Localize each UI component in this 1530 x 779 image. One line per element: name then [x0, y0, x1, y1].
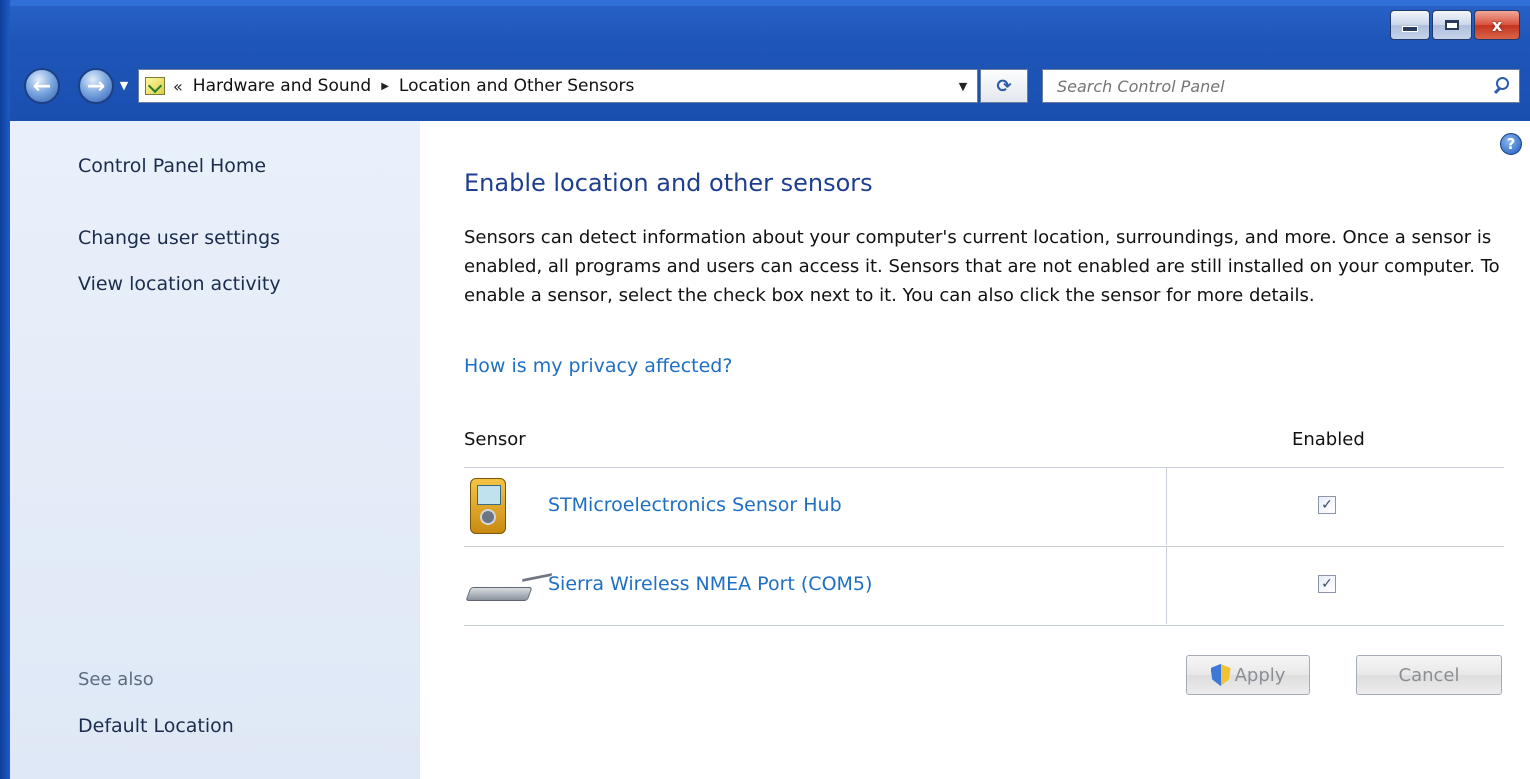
control-panel-window: x ← → ▼ « Hardware and Sound ▶ Location … — [0, 0, 1530, 779]
apply-button[interactable]: Apply — [1186, 655, 1310, 695]
address-dropdown-button[interactable]: ▼ — [949, 70, 977, 102]
breadcrumb-location-and-other-sensors[interactable]: Location and Other Sensors — [399, 76, 635, 96]
breadcrumb: « Hardware and Sound ▶ Location and Othe… — [165, 76, 634, 96]
cancel-button[interactable]: Cancel — [1356, 655, 1502, 695]
search-box — [1042, 69, 1520, 103]
forward-button[interactable]: → — [78, 68, 114, 104]
sensor-hub-screen — [477, 485, 501, 505]
back-arrow-icon: ← — [32, 73, 52, 99]
navigation-bar: ← → ▼ « Hardware and Sound ▶ Location an… — [0, 62, 1530, 112]
control-panel-home-link[interactable]: Control Panel Home — [78, 155, 266, 177]
search-icon[interactable] — [1487, 70, 1519, 102]
title-bar — [0, 0, 1530, 6]
cancel-button-label: Cancel — [1398, 664, 1460, 686]
default-location-link[interactable]: Default Location — [78, 715, 234, 737]
sensor-link-stmicroelectronics[interactable]: STMicroelectronics Sensor Hub — [548, 494, 842, 516]
main-content: ? Enable location and other sensors Sens… — [420, 121, 1530, 779]
refresh-button[interactable]: ⟳ — [980, 69, 1028, 103]
breadcrumb-separator-icon[interactable]: ▶ — [381, 81, 389, 92]
refresh-icon: ⟳ — [996, 75, 1012, 97]
sensor-link-sierra-wireless[interactable]: Sierra Wireless NMEA Port (COM5) — [548, 573, 872, 595]
caption-buttons: x — [1390, 10, 1520, 40]
table-header: Sensor Enabled — [464, 421, 1504, 468]
sensor-table: Sensor Enabled STMicroelectronics Sensor… — [464, 421, 1504, 626]
recent-pages-dropdown[interactable]: ▼ — [117, 74, 131, 96]
enabled-checkbox[interactable]: ✓ — [1318, 496, 1336, 514]
view-location-activity-link[interactable]: View location activity — [78, 273, 281, 295]
column-divider — [1166, 547, 1167, 624]
page-description: Sensors can detect information about you… — [464, 227, 1500, 306]
column-header-sensor: Sensor — [464, 429, 526, 450]
breadcrumb-hardware-and-sound[interactable]: Hardware and Sound — [193, 76, 371, 96]
apply-button-label: Apply — [1234, 664, 1286, 686]
search-input[interactable] — [1055, 71, 1487, 101]
sensor-hub-icon — [470, 478, 506, 534]
close-button[interactable]: x — [1474, 10, 1520, 40]
help-icon[interactable]: ? — [1500, 133, 1522, 155]
page-title: Enable location and other sensors — [464, 169, 873, 197]
serial-port-icon — [465, 587, 533, 601]
change-user-settings-link[interactable]: Change user settings — [78, 227, 280, 249]
see-also-label: See also — [78, 669, 154, 690]
enabled-checkbox[interactable]: ✓ — [1318, 575, 1336, 593]
window-left-edge — [0, 0, 10, 779]
column-divider — [1166, 468, 1167, 545]
task-pane: Control Panel Home Change user settings … — [10, 121, 420, 779]
minimize-icon — [1402, 26, 1418, 32]
address-bar[interactable]: « Hardware and Sound ▶ Location and Othe… — [138, 69, 978, 103]
control-panel-icon — [145, 77, 165, 95]
minimize-button[interactable] — [1390, 10, 1430, 40]
back-button[interactable]: ← — [24, 68, 60, 104]
close-icon: x — [1491, 15, 1503, 35]
table-row: STMicroelectronics Sensor Hub ✓ — [464, 468, 1504, 547]
breadcrumb-overflow-icon[interactable]: « — [173, 77, 183, 96]
forward-arrow-icon: → — [86, 73, 106, 99]
column-header-enabled: Enabled — [1292, 429, 1365, 450]
table-row: Sierra Wireless NMEA Port (COM5) ✓ — [464, 547, 1504, 626]
sensor-hub-dial — [480, 509, 496, 525]
maximize-button[interactable] — [1432, 10, 1472, 40]
maximize-icon — [1445, 20, 1459, 30]
uac-shield-icon — [1210, 664, 1231, 686]
privacy-link[interactable]: How is my privacy affected? — [464, 355, 732, 377]
